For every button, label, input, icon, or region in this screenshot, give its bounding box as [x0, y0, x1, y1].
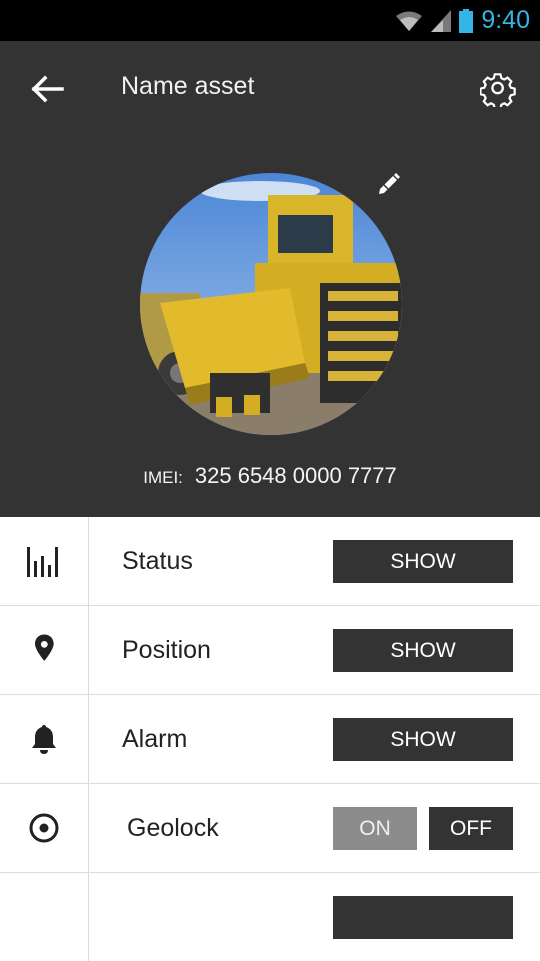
signal-icon: [431, 9, 452, 32]
imei-line: IMEI: 325 6548 0000 7777: [0, 463, 540, 489]
back-button[interactable]: [28, 71, 66, 107]
map-pin-icon: [34, 634, 54, 661]
position-show-button[interactable]: SHOW: [333, 629, 513, 672]
partial-button[interactable]: [333, 896, 513, 939]
bulldozer-photo: [140, 173, 402, 435]
position-label: Position: [122, 636, 211, 664]
geolock-off-button[interactable]: OFF: [429, 807, 513, 850]
list-item-alarm: Alarm SHOW: [0, 695, 540, 784]
alarm-show-button[interactable]: SHOW: [333, 718, 513, 761]
settings-button[interactable]: [479, 71, 516, 110]
list-item-position: Position SHOW: [0, 606, 540, 695]
bell-icon: [32, 725, 56, 754]
geolock-icon-cell: [0, 784, 89, 872]
list-item-partial: [0, 873, 540, 961]
imei-label: IMEI:: [143, 468, 183, 487]
asset-photo[interactable]: [140, 173, 402, 435]
geolock-label: Geolock: [127, 814, 219, 842]
wifi-icon: [396, 11, 423, 31]
status-bar: 9:40: [0, 0, 540, 41]
alarm-icon-cell: [0, 695, 89, 783]
gear-icon: [479, 73, 516, 110]
status-icons: 9:40: [395, 0, 530, 41]
list-item-geolock: Geolock ON OFF: [0, 784, 540, 873]
battery-icon: [459, 8, 474, 33]
status-show-button[interactable]: SHOW: [333, 540, 513, 583]
list-item-status: Status SHOW: [0, 517, 540, 606]
arrow-left-icon: [31, 75, 64, 103]
page-title: Name asset: [121, 72, 255, 100]
status-icon-cell: [0, 517, 89, 605]
status-label: Status: [122, 547, 193, 575]
partial-icon-cell: [0, 873, 89, 961]
bar-chart-icon: [27, 547, 58, 577]
target-icon: [29, 813, 59, 843]
imei-value: 325 6548 0000 7777: [194, 463, 397, 488]
alarm-label: Alarm: [122, 725, 188, 753]
position-icon-cell: [0, 606, 89, 694]
pencil-icon: [379, 173, 400, 194]
status-clock: 9:40: [481, 6, 530, 34]
geolock-on-button[interactable]: ON: [333, 807, 417, 850]
asset-actions-list: Status SHOW Position SHOW Alarm SHOW Geo…: [0, 517, 540, 961]
asset-header: Name asset IMEI: 325 6548 0000 7777: [0, 41, 540, 517]
edit-photo-button[interactable]: [376, 170, 402, 196]
